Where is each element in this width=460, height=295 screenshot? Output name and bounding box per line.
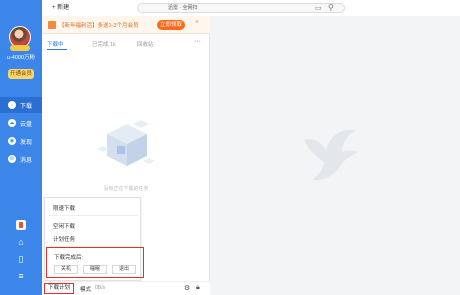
exit-button[interactable]: 退出 xyxy=(112,265,136,274)
open-vip-button[interactable]: 开通会员 xyxy=(8,69,34,79)
new-task-button[interactable]: + 新建 xyxy=(52,3,69,13)
after-download-options: 下载完成后: 关机 睡眠 退出 xyxy=(46,247,144,278)
message-icon: ✉ xyxy=(8,155,16,163)
sidebar-item-label: 消息 xyxy=(20,157,33,164)
top-bar: + 新建 迅雷 · 全网扫 ▭ ⚲ xyxy=(42,0,460,16)
menu-item-scheduled-task[interactable]: 计划任务 xyxy=(53,235,75,243)
speed-mode-label[interactable]: 模式 xyxy=(80,285,91,293)
more-icon[interactable]: ··· xyxy=(194,38,201,45)
detail-area xyxy=(210,16,460,295)
sidebar-item-label: 发现 xyxy=(20,139,33,146)
sidebar-item-label: 下载 xyxy=(20,103,33,110)
empty-box-illustration xyxy=(97,120,155,166)
empty-state-text: 没有正在下载的任务 xyxy=(103,186,149,192)
gift-icon[interactable] xyxy=(16,220,26,230)
menu-item-idle-download[interactable]: 空闲下载 xyxy=(53,222,75,230)
active-tab-indicator xyxy=(47,49,67,50)
after-download-title: 下载完成后: xyxy=(54,255,84,261)
menu-divider xyxy=(49,215,138,216)
menu-icon[interactable]: ≡ xyxy=(16,271,26,281)
sidebar: u-4000万粉 开通会员 ↓ 下载 ☁ 云盘 ◉ 发现 ✉ 消息 ⌂ ▯ ≡ xyxy=(0,0,42,295)
banner-text: 【新年福利活】多送1-3个月会员 xyxy=(59,23,139,29)
shirt-icon[interactable]: ⌂ xyxy=(16,237,26,247)
download-plan-button[interactable]: 下载计划 xyxy=(44,283,74,294)
xunlei-bird-logo xyxy=(304,129,358,181)
sidebar-item-label: 云盘 xyxy=(20,121,33,128)
tab-completed[interactable]: 已完成 1k xyxy=(92,40,116,48)
sidebar-item-discover[interactable]: ◉ 发现 xyxy=(0,133,42,149)
folder-icon[interactable]: ▭ xyxy=(315,4,322,12)
share-icon[interactable]: ⚙ xyxy=(184,284,190,292)
phone-icon[interactable]: ▯ xyxy=(16,254,26,264)
search-icon[interactable]: ⚲ xyxy=(328,3,334,12)
bottom-bar: 下载计划 模式 0B/s ⚙ 🔒︎ xyxy=(42,281,210,295)
tab-downloading[interactable]: 下载中 xyxy=(47,40,64,48)
download-icon: ↓ xyxy=(8,101,16,109)
search-input[interactable]: 迅雷 · 全网扫 xyxy=(137,3,345,13)
speed-value: 0B/s xyxy=(95,285,106,291)
lock-icon[interactable]: 🔒︎ xyxy=(196,284,200,292)
cloud-icon: ☁ xyxy=(8,119,16,127)
promo-banner: 【新年福利活】多送1-3个月会员 立即领取 × xyxy=(42,16,210,34)
claim-button[interactable]: 立即领取 xyxy=(157,20,185,30)
close-icon[interactable]: × xyxy=(195,19,199,26)
discover-icon: ◉ xyxy=(8,137,16,145)
vip-badge xyxy=(10,45,30,51)
sidebar-item-message[interactable]: ✉ 消息 xyxy=(0,151,42,167)
gift-icon xyxy=(48,21,56,29)
sidebar-item-cloud[interactable]: ☁ 云盘 xyxy=(0,115,42,131)
tab-bar: 下载中 已完成 1k 回收站 xyxy=(42,36,210,50)
menu-item-limit-speed[interactable]: 限速下载 xyxy=(53,204,75,212)
tab-recycle[interactable]: 回收站 xyxy=(137,40,154,48)
sidebar-item-download[interactable]: ↓ 下载 xyxy=(0,97,42,113)
sleep-button[interactable]: 睡眠 xyxy=(83,265,107,274)
username: u-4000万粉 xyxy=(6,55,36,61)
shutdown-button[interactable]: 关机 xyxy=(54,265,78,274)
